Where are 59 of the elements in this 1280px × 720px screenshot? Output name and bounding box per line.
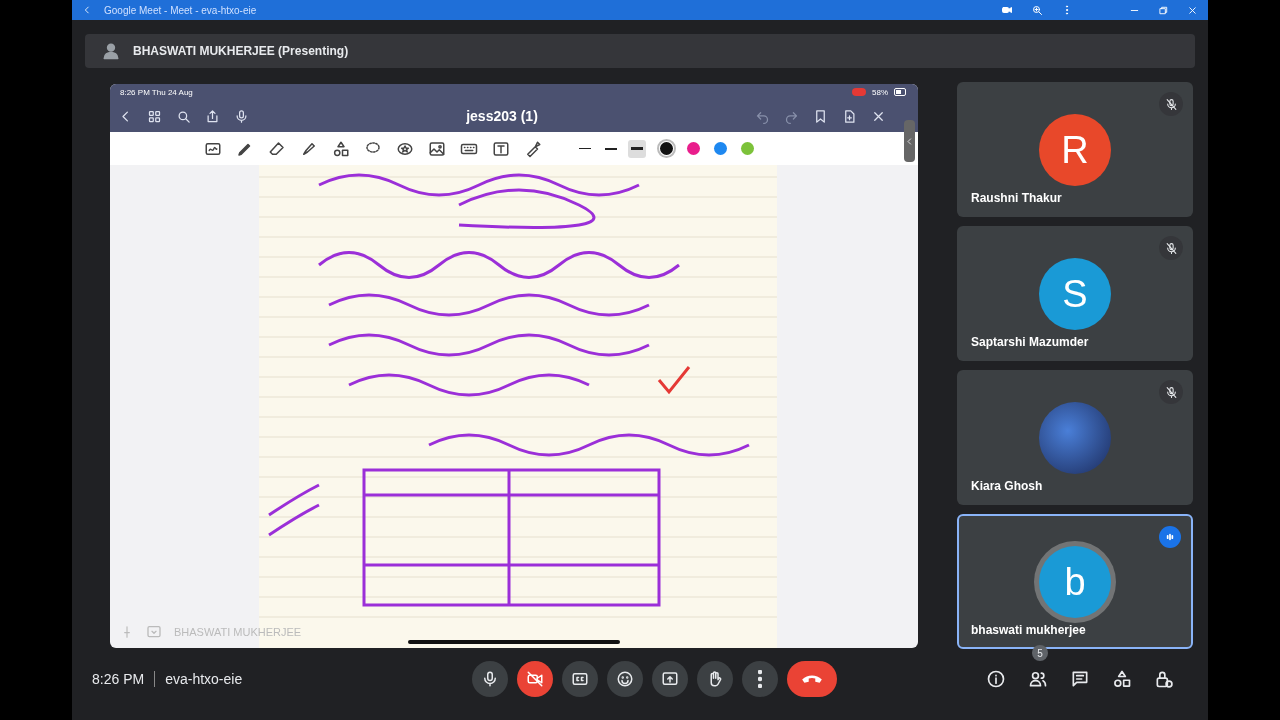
participant-name: bhaswati mukherjee [971, 623, 1086, 637]
close-icon[interactable] [1187, 4, 1198, 16]
pen-color-swatch[interactable] [714, 142, 727, 155]
people-icon[interactable] [1028, 669, 1048, 689]
status-time: 8:26 PM Thu 24 Aug [120, 87, 193, 97]
participant-name: Saptarshi Mazumder [971, 335, 1089, 349]
pen-color-swatch[interactable] [741, 142, 754, 155]
microphone-button[interactable] [472, 661, 508, 697]
shapes-icon[interactable] [332, 139, 350, 158]
participant-count-badge: 5 [1032, 645, 1048, 661]
restore-icon[interactable] [1158, 4, 1169, 16]
present-screen-icon [661, 670, 679, 688]
camera-button[interactable] [517, 661, 553, 697]
text-box-icon[interactable] [492, 139, 510, 158]
camera-off-icon [526, 670, 544, 688]
presenter-name-label: BHASWATI MUKHERJEE [174, 626, 302, 638]
battery-icon [894, 88, 908, 96]
reactions-button[interactable] [607, 661, 643, 697]
phone-icon [801, 673, 823, 685]
meeting-code: eva-htxo-eie [165, 671, 243, 687]
captions-icon [571, 670, 589, 688]
zoom-icon[interactable] [1031, 4, 1043, 16]
video-icon[interactable] [1001, 4, 1013, 16]
eraser-icon[interactable] [268, 139, 286, 158]
avatar-initial: R [1039, 114, 1111, 186]
emoji-icon [616, 670, 634, 688]
image-icon[interactable] [428, 139, 446, 158]
laser-pointer-icon[interactable] [524, 139, 542, 158]
activities-icon[interactable] [1112, 669, 1132, 689]
avatar-initial: b [1039, 546, 1111, 618]
end-call-button[interactable] [787, 661, 837, 697]
pen-color-swatch[interactable] [687, 142, 700, 155]
microphone-icon[interactable] [234, 108, 249, 124]
recording-indicator [852, 88, 866, 96]
chat-icon[interactable] [1070, 669, 1090, 689]
microphone-icon [481, 670, 499, 688]
avatar-initial: S [1039, 258, 1111, 330]
back-icon [82, 5, 92, 15]
pen-color-swatch[interactable] [660, 142, 673, 155]
add-page-icon[interactable] [842, 108, 857, 124]
presenter-avatar-icon [101, 41, 121, 61]
bookmark-icon[interactable] [813, 108, 828, 124]
browser-tab-title: Google Meet - Meet - eva-htxo-eie [104, 4, 258, 16]
captions-button[interactable] [562, 661, 598, 697]
grid-icon[interactable] [147, 108, 162, 124]
stroke-width-option[interactable] [628, 139, 646, 158]
host-controls-icon[interactable] [1154, 669, 1174, 689]
participant-name: Raushni Thakur [971, 191, 1062, 205]
participant-name: Kiara Ghosh [971, 479, 1043, 493]
more-icon [758, 670, 762, 688]
collapse-handle-icon[interactable] [905, 136, 914, 146]
present-button[interactable] [652, 661, 688, 697]
presenter-label: BHASWATI MUKHERJEE (Presenting) [133, 44, 349, 58]
info-icon[interactable] [986, 669, 1006, 689]
share-icon[interactable] [205, 108, 220, 124]
battery-level: 58% [872, 87, 888, 97]
more-options-button[interactable] [742, 661, 778, 697]
raise-hand-button[interactable] [697, 661, 733, 697]
clock-time: 8:26 PM [92, 671, 145, 687]
